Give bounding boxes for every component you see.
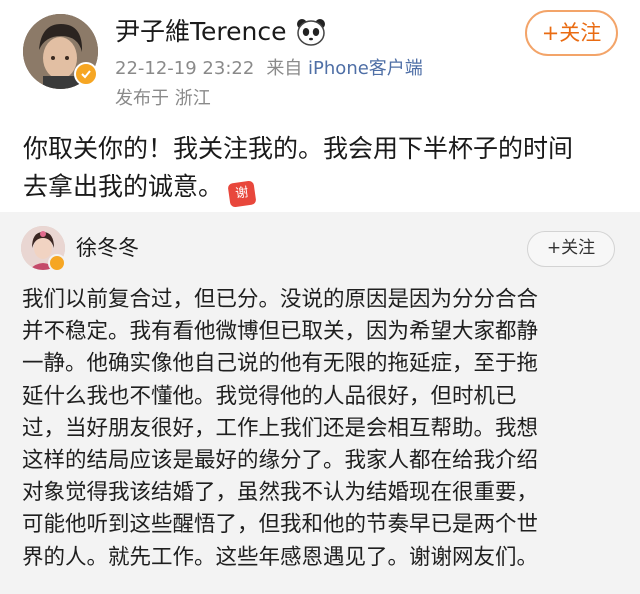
- repost-author-name[interactable]: 徐冬冬: [76, 232, 139, 264]
- post-timestamp: 22-12-19 23:22: [115, 58, 255, 79]
- repost-text-line: 过，当好朋友很好，工作上我们还是会相互帮助。我想: [22, 415, 539, 441]
- repost-body: 我们以前复合过，但已分。没说的原因是因为分分合合 并不稳定。我有看他微博但已取关…: [22, 284, 632, 574]
- post-text-line: 你取关你的！我关注我的。我会用下半杯子的时间: [23, 134, 574, 163]
- thanks-emoji-icon: 谢: [227, 180, 257, 208]
- repost-text-line: 对象觉得我该结婚了，虽然我不认为结婚现在很重要，: [22, 480, 539, 506]
- author-name[interactable]: 尹子維Terence: [115, 14, 287, 50]
- post-location: 发布于 浙江: [115, 88, 211, 109]
- repost-verified-badge-icon: [48, 254, 66, 272]
- repost-text-line: 界的人。就先工作。这些年感恩遇见了。谢谢网友们。: [22, 544, 539, 570]
- verified-badge-icon: [74, 62, 98, 86]
- quoted-post[interactable]: 徐冬冬 +关注 我们以前复合过，但已分。没说的原因是因为分分合合 并不稳定。我有…: [0, 212, 640, 594]
- post-source-link[interactable]: iPhone客户端: [308, 58, 423, 79]
- weibo-post: 尹子維Terence 22-12-19 23:22 来自 iPhone客户端 发布…: [0, 0, 640, 212]
- repost-text-line: 并不稳定。我有看他微博但已取关，因为希望大家都静: [22, 319, 539, 345]
- panda-icon: [296, 18, 326, 46]
- repost-follow-button[interactable]: +关注: [527, 231, 615, 267]
- post-text-line: 去拿出我的诚意。谢: [23, 168, 623, 208]
- repost-text-line: 我们以前复合过，但已分。没说的原因是因为分分合合: [22, 287, 539, 312]
- post-text-line-content: 去拿出我的诚意。: [23, 172, 224, 201]
- repost-text-line: 一静。他确实像他自己说的他有无限的拖延症，至于拖: [22, 351, 539, 377]
- repost-text-line: 延什么我也不懂他。我觉得他的人品很好，但时机已: [22, 383, 517, 409]
- post-meta: 22-12-19 23:22 来自 iPhone客户端: [115, 55, 423, 83]
- follow-button[interactable]: +关注: [525, 10, 618, 56]
- post-body: 你取关你的！我关注我的。我会用下半杯子的时间 去拿出我的诚意。谢: [23, 130, 623, 208]
- repost-text-line: 可能他听到这些醒悟了，但我和他的节奏早已是两个世: [22, 512, 539, 538]
- repost-text-line: 这样的结局应该是最好的缘分了。我家人都在给我介绍: [22, 448, 539, 474]
- source-prefix: 来自: [266, 58, 303, 79]
